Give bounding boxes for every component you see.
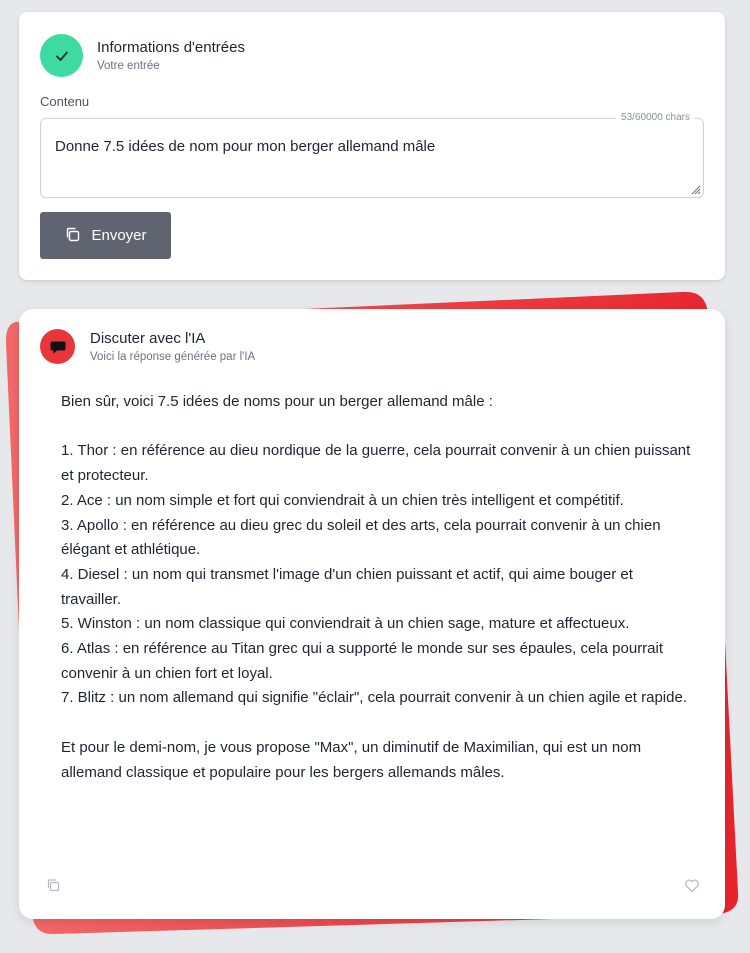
response-line xyxy=(61,711,691,736)
input-card-title: Informations d'entrées xyxy=(97,38,245,56)
response-line: Et pour le demi-nom, je vous propose "Ma… xyxy=(61,738,642,781)
check-icon xyxy=(40,34,83,77)
copy-icon[interactable] xyxy=(46,878,61,893)
ai-card-subtitle: Voici la réponse générée par l'IA xyxy=(90,350,256,363)
resize-handle-icon[interactable] xyxy=(689,183,701,195)
ai-card-header: Discuter avec l'IA Voici la réponse géné… xyxy=(40,329,255,364)
content-input-value[interactable]: Donne 7.5 idées de nom pour mon berger a… xyxy=(55,138,685,156)
ai-card-title: Discuter avec l'IA xyxy=(90,329,206,347)
char-count: 53/60000 chars xyxy=(616,112,695,123)
response-line: 5. Winston : un nom classique qui convie… xyxy=(61,615,630,633)
input-card-header: Informations d'entrées Votre entrée xyxy=(40,34,245,77)
copy-icon xyxy=(67,227,80,242)
response-line: 1. Thor : en référence au dieu nordique … xyxy=(61,442,691,485)
response-line xyxy=(61,415,691,440)
ai-response-card: Discuter avec l'IA Voici la réponse géné… xyxy=(19,309,725,919)
response-line: 4. Diesel : un nom qui transmet l'image … xyxy=(61,565,633,608)
response-line: 7. Blitz : un nom allemand qui signifie … xyxy=(61,689,687,707)
heart-icon[interactable] xyxy=(684,878,700,893)
response-line: 2. Ace : un nom simple et fort qui convi… xyxy=(61,491,624,509)
input-card: Informations d'entrées Votre entrée Cont… xyxy=(19,12,725,280)
input-card-subtitle: Votre entrée xyxy=(97,59,160,72)
response-line: Bien sûr, voici 7.5 idées de noms pour u… xyxy=(61,393,493,410)
send-button[interactable]: Envoyer xyxy=(40,212,171,259)
content-field-label: Contenu xyxy=(40,94,90,109)
response-line: 3. Apollo : en référence au dieu grec du… xyxy=(61,516,661,559)
page: Informations d'entrées Votre entrée Cont… xyxy=(0,0,750,953)
ai-response-text: Bien sûr, voici 7.5 idées de noms pour u… xyxy=(61,390,691,785)
response-line: 6. Atlas : en référence au Titan grec qu… xyxy=(61,640,664,682)
content-textarea[interactable]: 53/60000 chars Donne 7.5 idées de nom po… xyxy=(40,112,704,198)
chat-bubble-icon xyxy=(40,329,75,364)
send-button-label: Envoyer xyxy=(91,227,147,244)
